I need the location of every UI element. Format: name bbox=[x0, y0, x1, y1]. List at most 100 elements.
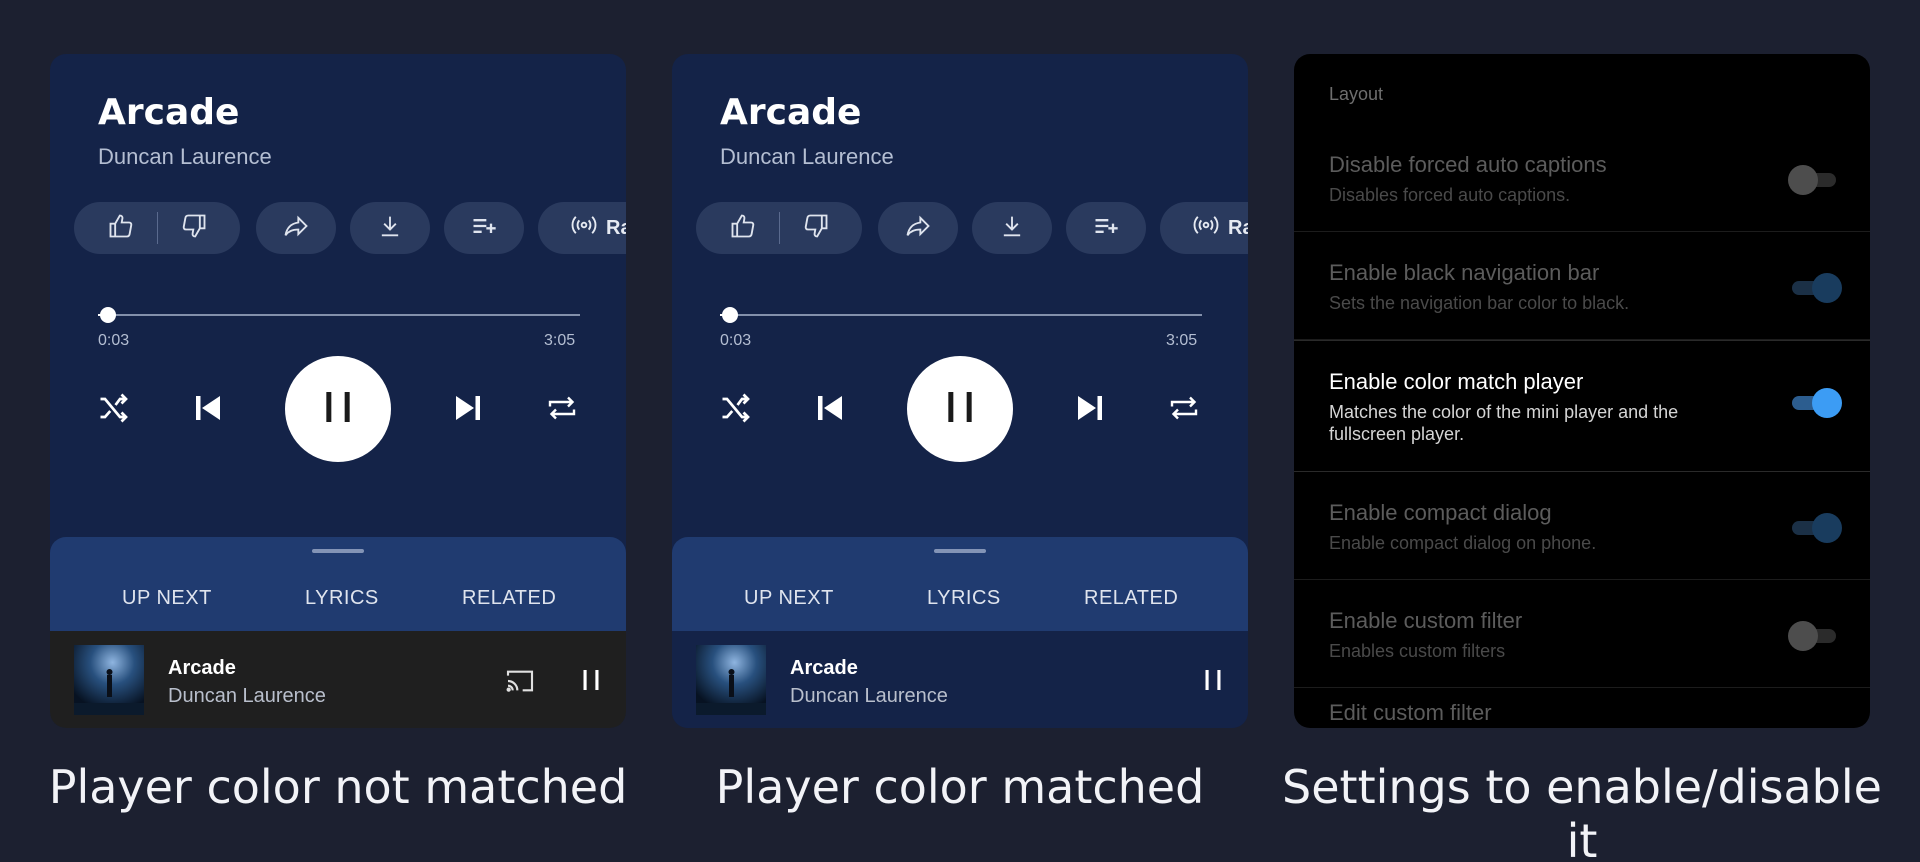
thumb-down-icon[interactable] bbox=[802, 212, 830, 245]
download-button[interactable] bbox=[350, 202, 430, 254]
share-button[interactable] bbox=[256, 202, 336, 254]
previous-icon[interactable] bbox=[812, 390, 848, 426]
tab-lyrics[interactable]: LYRICS bbox=[927, 587, 1001, 610]
album-art bbox=[696, 645, 766, 715]
setting-subtitle: Disables forced auto captions. bbox=[1329, 185, 1571, 205]
player-matched-panel: Arcade Duncan Laurence Rac 0:03 3:05 U bbox=[672, 54, 1248, 728]
share-icon bbox=[282, 212, 310, 245]
seek-thumb[interactable] bbox=[722, 307, 738, 323]
radio-icon bbox=[1192, 211, 1220, 245]
mini-player[interactable]: Arcade Duncan Laurence bbox=[672, 631, 1248, 728]
setting-enable-custom-filter[interactable]: Enable custom filter Enables custom filt… bbox=[1294, 580, 1870, 688]
setting-title: Enable compact dialog bbox=[1329, 500, 1552, 525]
download-icon bbox=[376, 212, 404, 245]
previous-icon[interactable] bbox=[190, 390, 226, 426]
pause-icon bbox=[318, 387, 358, 432]
setting-enable-compact-dialog[interactable]: Enable compact dialog Enable compact dia… bbox=[1294, 472, 1870, 580]
setting-edit-custom-filter[interactable]: Edit custom filter bbox=[1329, 700, 1492, 726]
setting-subtitle: Sets the navigation bar color to black. bbox=[1329, 293, 1630, 313]
toggle-switch[interactable] bbox=[1792, 273, 1842, 303]
setting-title: Enable color match player bbox=[1329, 369, 1584, 394]
current-time: 0:03 bbox=[98, 332, 130, 349]
caption-not-matched: Player color not matched bbox=[48, 760, 628, 814]
share-button[interactable] bbox=[878, 202, 958, 254]
mini-pause-icon[interactable] bbox=[576, 665, 606, 695]
next-icon[interactable] bbox=[1072, 390, 1108, 426]
tab-related[interactable]: RELATED bbox=[1084, 587, 1178, 610]
mini-player-title: Arcade bbox=[168, 657, 236, 679]
action-bar: Rac bbox=[74, 202, 626, 254]
radio-label: Rac bbox=[606, 216, 626, 239]
action-bar: Rac bbox=[696, 202, 1248, 254]
mini-player-title: Arcade bbox=[790, 657, 858, 679]
cast-icon[interactable] bbox=[504, 665, 536, 697]
radio-button[interactable]: Rac bbox=[538, 202, 626, 254]
repeat-icon[interactable] bbox=[544, 390, 580, 426]
setting-title: Disable forced auto captions bbox=[1329, 152, 1607, 177]
song-artist: Duncan Laurence bbox=[720, 144, 894, 169]
seek-thumb[interactable] bbox=[100, 307, 116, 323]
song-title: Arcade bbox=[98, 92, 240, 133]
pause-icon bbox=[940, 387, 980, 432]
play-pause-button[interactable] bbox=[907, 356, 1013, 462]
mini-pause-icon[interactable] bbox=[1198, 665, 1228, 695]
drag-handle[interactable] bbox=[934, 549, 986, 553]
mini-player[interactable]: Arcade Duncan Laurence bbox=[50, 631, 626, 728]
thumb-up-icon[interactable] bbox=[729, 212, 757, 245]
total-time: 3:05 bbox=[1166, 332, 1198, 349]
mini-player-artist: Duncan Laurence bbox=[790, 685, 948, 707]
setting-disable-forced-auto-captions[interactable]: Disable forced auto captions Disables fo… bbox=[1294, 124, 1870, 232]
thumb-up-icon[interactable] bbox=[107, 212, 135, 245]
setting-title: Enable custom filter bbox=[1329, 608, 1523, 633]
tab-related[interactable]: RELATED bbox=[462, 587, 556, 610]
setting-subtitle: Enable compact dialog on phone. bbox=[1329, 533, 1597, 553]
next-icon[interactable] bbox=[450, 390, 486, 426]
thumb-down-icon[interactable] bbox=[180, 212, 208, 245]
share-icon bbox=[904, 212, 932, 245]
toggle-switch[interactable] bbox=[1788, 621, 1840, 651]
toggle-switch[interactable] bbox=[1788, 165, 1840, 195]
current-time: 0:03 bbox=[720, 332, 752, 349]
radio-icon bbox=[570, 211, 598, 245]
download-button[interactable] bbox=[972, 202, 1052, 254]
seek-bar[interactable] bbox=[98, 314, 580, 316]
radio-button[interactable]: Rac bbox=[1160, 202, 1248, 254]
section-header: Layout bbox=[1329, 84, 1384, 104]
like-dislike-pill bbox=[696, 202, 862, 254]
tab-lyrics[interactable]: LYRICS bbox=[305, 587, 379, 610]
seek-bar[interactable] bbox=[720, 314, 1202, 316]
setting-title: Enable black navigation bar bbox=[1329, 260, 1600, 285]
shuffle-icon[interactable] bbox=[718, 390, 754, 426]
caption-matched: Player color matched bbox=[715, 760, 1205, 814]
toggle-switch[interactable] bbox=[1792, 513, 1842, 543]
add-to-queue-icon bbox=[470, 212, 498, 245]
drag-handle[interactable] bbox=[312, 549, 364, 553]
bottom-sheet: UP NEXT LYRICS RELATED bbox=[672, 537, 1248, 631]
bottom-sheet: UP NEXT LYRICS RELATED bbox=[50, 537, 626, 631]
setting-enable-black-navigation-bar[interactable]: Enable black navigation bar Sets the nav… bbox=[1294, 232, 1870, 340]
toggle-switch[interactable] bbox=[1792, 388, 1842, 418]
total-time: 3:05 bbox=[544, 332, 576, 349]
mini-player-artist: Duncan Laurence bbox=[168, 685, 326, 707]
pill-divider bbox=[156, 212, 158, 244]
setting-enable-color-match-player[interactable]: Enable color match player Matches the co… bbox=[1294, 340, 1870, 472]
like-dislike-pill bbox=[74, 202, 240, 254]
song-artist: Duncan Laurence bbox=[98, 144, 272, 169]
radio-label: Rac bbox=[1228, 216, 1248, 239]
setting-subtitle: Matches the color of the mini player and… bbox=[1329, 402, 1679, 444]
player-not-matched-panel: Arcade Duncan Laurence Rac 0:03 3:05 U bbox=[50, 54, 626, 728]
caption-settings: Settings to enable/disable it bbox=[1282, 760, 1882, 862]
download-icon bbox=[998, 212, 1026, 245]
tab-up-next[interactable]: UP NEXT bbox=[122, 587, 212, 610]
tab-up-next[interactable]: UP NEXT bbox=[744, 587, 834, 610]
song-title: Arcade bbox=[720, 92, 862, 133]
album-art bbox=[74, 645, 144, 715]
repeat-icon[interactable] bbox=[1166, 390, 1202, 426]
settings-panel: Layout Disable forced auto captions Disa… bbox=[1294, 54, 1870, 728]
setting-subtitle: Enables custom filters bbox=[1329, 641, 1506, 661]
play-pause-button[interactable] bbox=[285, 356, 391, 462]
add-to-queue-button[interactable] bbox=[1066, 202, 1146, 254]
add-to-queue-button[interactable] bbox=[444, 202, 524, 254]
add-to-queue-icon bbox=[1092, 212, 1120, 245]
shuffle-icon[interactable] bbox=[96, 390, 132, 426]
